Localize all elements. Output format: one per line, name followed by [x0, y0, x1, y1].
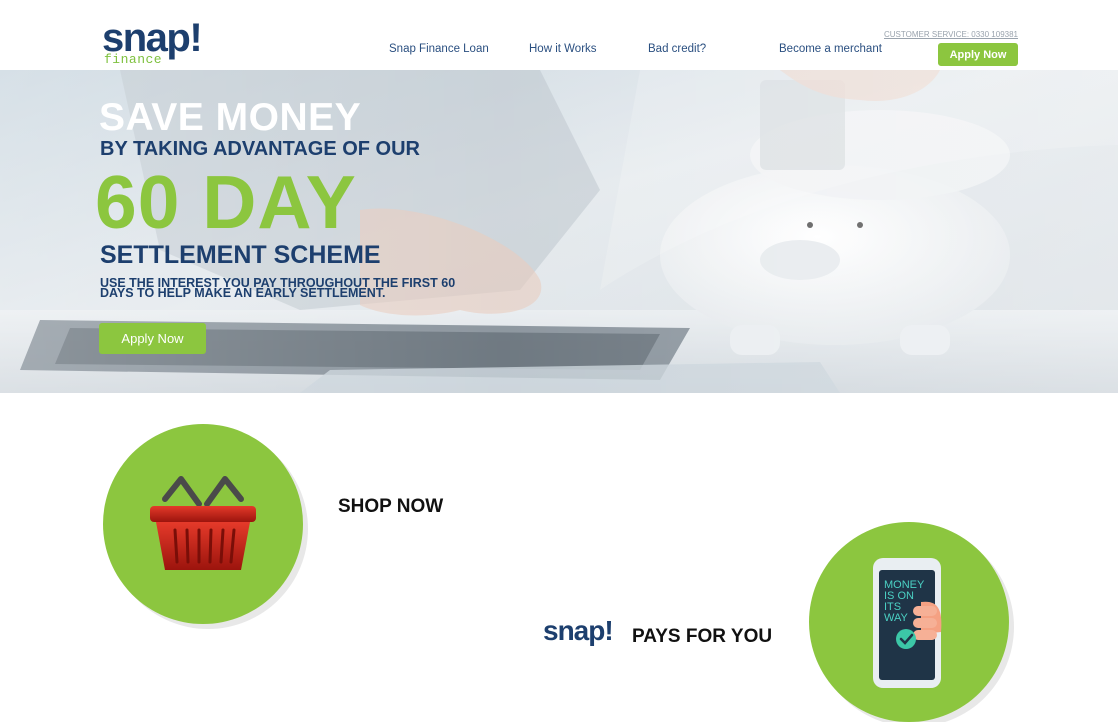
logo-subtitle: finance — [104, 52, 163, 67]
hero-banner: SAVE MONEY BY TAKING ADVANTAGE OF OUR 60… — [0, 70, 1118, 393]
hero-settlement-scheme: SETTLEMENT SCHEME — [100, 241, 381, 269]
hero-subheadline: BY TAKING ADVANTAGE OF OUR — [100, 138, 420, 160]
hero-headline: SAVE MONEY — [99, 96, 362, 139]
snap-pays-circle: MONEY IS ON ITS WAY — [809, 522, 1009, 722]
check-circle-icon — [896, 629, 916, 649]
phone-text-line-4: WAY — [884, 612, 908, 624]
shop-now-label: SHOP NOW — [338, 496, 444, 517]
nav-how-it-works[interactable]: How it Works — [529, 43, 597, 55]
shop-now-circle — [103, 424, 303, 624]
shopping-basket-icon — [150, 476, 256, 570]
hero-60-day: 60 DAY — [95, 160, 357, 244]
nav-bad-credit[interactable]: Bad credit? — [648, 43, 706, 55]
hero-apply-now-button[interactable]: Apply Now — [99, 323, 206, 354]
header-apply-now-button[interactable]: Apply Now — [938, 43, 1018, 66]
hero-description: USE THE INTEREST YOU PAY THROUGHOUT THE … — [100, 276, 456, 300]
nav-become-merchant[interactable]: Become a merchant — [779, 43, 882, 55]
customer-service-link[interactable]: CUSTOMER SERVICE: 0330 109381 — [884, 30, 1018, 39]
nav-snap-finance-loan[interactable]: Snap Finance Loan — [389, 43, 489, 55]
site-header: snap! finance Snap Finance Loan How it W… — [0, 0, 1118, 70]
snap-finance-logo[interactable]: snap! finance — [102, 18, 212, 70]
mobile-phone-icon: MONEY IS ON ITS WAY — [873, 558, 942, 688]
snap-wordmark-small: snap! — [543, 615, 614, 646]
